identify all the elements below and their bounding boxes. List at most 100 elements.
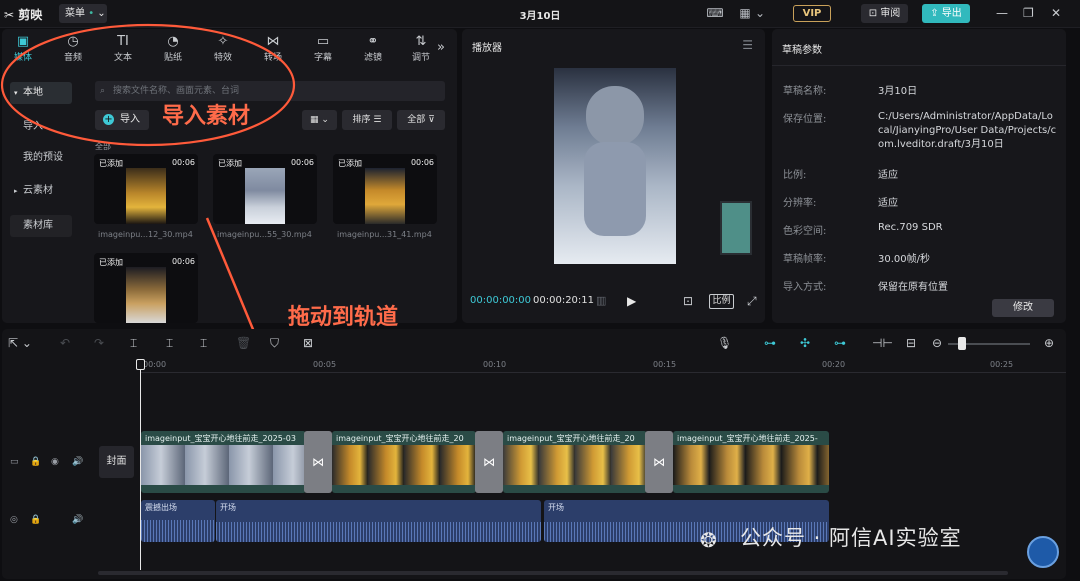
sidebar-item-local[interactable]: ▾ 本地: [10, 82, 72, 104]
ratio-button[interactable]: 比例: [709, 294, 734, 309]
split-icon[interactable]: ⌶: [130, 336, 137, 351]
volume-icon[interactable]: 🔊: [72, 515, 83, 525]
lock-icon[interactable]: 🔒: [30, 457, 41, 467]
draft-value-location: C:/Users/Administrator/AppData/Local/Jia…: [878, 111, 1057, 150]
preview-axis-icon[interactable]: ⊟: [906, 336, 916, 350]
tab-adjust[interactable]: ⇅ 调节: [401, 33, 441, 63]
waveform-toggle-icon[interactable]: ▥: [596, 294, 606, 307]
playhead-line[interactable]: [140, 360, 141, 570]
sidebar-item-presets[interactable]: 我的预设: [10, 147, 72, 169]
preview-subject-head: [586, 86, 644, 146]
sidebar-item-cloud[interactable]: ▸ 云素材: [10, 180, 72, 202]
audio-clip[interactable]: 震撼出场: [141, 500, 215, 542]
added-badge: 已添加: [218, 159, 242, 168]
delete-icon[interactable]: 🗑: [236, 336, 251, 350]
media-item[interactable]: 已添加 00:06: [213, 154, 317, 224]
filter-icon: ⚭: [367, 34, 379, 49]
search-icon: ⌕: [100, 86, 106, 96]
filter-button[interactable]: 全部 ⊽: [397, 110, 445, 130]
snap-link-icon[interactable]: ⊶: [764, 336, 776, 350]
export-button[interactable]: ⇪ 导出: [922, 4, 970, 23]
audio-icon: ◷: [67, 34, 79, 49]
tab-audio[interactable]: ◷ 音频: [53, 33, 93, 63]
draft-key-name: 草稿名称:: [783, 86, 827, 97]
minimize-icon[interactable]: —: [996, 6, 1008, 20]
zoom-out-icon[interactable]: ⊖: [932, 336, 942, 350]
transition-marker[interactable]: ⋈: [475, 431, 503, 493]
video-clip[interactable]: imageinput_宝宝开心地往前走_2025-03: [141, 431, 306, 493]
media-item[interactable]: 已添加 00:06: [333, 154, 437, 224]
tab-effects[interactable]: ✧ 特效: [203, 33, 243, 63]
preview-subject-body: [584, 142, 646, 236]
split-right-icon[interactable]: ⌶: [200, 336, 207, 351]
tabs-more-icon[interactable]: »: [437, 40, 445, 55]
shield-icon[interactable]: ⛉: [270, 336, 279, 351]
tab-text[interactable]: TI 文本: [103, 33, 143, 63]
transition-icon: ⋈: [312, 455, 324, 469]
tab-sticker[interactable]: ◔ 贴纸: [153, 33, 193, 63]
lock-icon[interactable]: 🔒: [30, 515, 41, 525]
video-clip[interactable]: imageinput_宝宝开心地往前走_2025-: [673, 431, 829, 493]
frame-icon[interactable]: ⊠: [303, 336, 313, 350]
menu-button[interactable]: 菜单 • ⌄: [59, 4, 107, 23]
audio-clip-label: 震撼出场: [145, 503, 177, 512]
view-mode-button[interactable]: ▦ ⌄: [302, 110, 337, 130]
layout-dropdown-icon[interactable]: ⌄: [755, 5, 765, 21]
fullscreen-icon[interactable]: ⤢: [747, 294, 757, 309]
tab-filter[interactable]: ⚭ 滤镜: [353, 33, 393, 63]
status-dot-icon: •: [88, 8, 95, 19]
search-input[interactable]: ⌕ 搜索文件名称、画面元素、台词: [95, 81, 445, 101]
duration-label: 00:06: [290, 158, 314, 167]
import-button[interactable]: + 导入: [95, 110, 149, 130]
close-icon[interactable]: ✕: [1051, 6, 1061, 20]
annotation-import-material: 导入素材: [162, 104, 251, 129]
tab-subtitle[interactable]: ▭ 字幕: [303, 33, 343, 63]
player-menu-icon[interactable]: ☰: [742, 38, 753, 52]
tab-transition[interactable]: ⋈ 转场: [253, 33, 293, 63]
eye-icon[interactable]: ◉: [51, 457, 59, 467]
redo-icon[interactable]: ↷: [94, 336, 104, 350]
select-tool-icon[interactable]: ⇱ ⌄: [8, 336, 32, 350]
fit-view-icon[interactable]: ⊡: [683, 294, 693, 308]
text-icon: TI: [117, 34, 129, 49]
play-icon[interactable]: ▶: [627, 294, 636, 308]
undo-icon[interactable]: ↶: [60, 336, 70, 350]
zoom-in-icon[interactable]: ⊕: [1044, 336, 1054, 350]
audio-clip[interactable]: 开场: [216, 500, 541, 542]
sidebar-item-library[interactable]: 素材库: [10, 215, 72, 237]
layout-icon[interactable]: ▦: [736, 5, 754, 21]
added-badge: 已添加: [99, 159, 123, 168]
video-clip[interactable]: imageinput_宝宝开心地往前走_20: [332, 431, 476, 493]
split-screen-icon[interactable]: ⊣⊢: [872, 336, 893, 350]
effects-icon: ✧: [217, 34, 229, 49]
tab-label: 字幕: [313, 53, 332, 63]
audio-track-icon: ◎: [10, 515, 18, 525]
playhead-handle[interactable]: [136, 359, 145, 370]
transition-marker[interactable]: ⋈: [645, 431, 673, 493]
split-left-icon[interactable]: ⌶: [166, 336, 173, 351]
cover-button[interactable]: 封面: [99, 446, 134, 478]
app-name: 剪映: [18, 8, 43, 22]
modify-button[interactable]: 修改: [992, 299, 1054, 317]
auto-snap-icon[interactable]: ✣: [800, 336, 810, 350]
media-item[interactable]: 已添加 00:06: [94, 154, 198, 224]
draft-key-location: 保存位置:: [783, 114, 827, 125]
maximize-icon[interactable]: ❐: [1023, 6, 1034, 20]
transition-marker[interactable]: ⋈: [304, 431, 332, 493]
duration-label: 00:06: [171, 257, 195, 266]
vip-button[interactable]: VIP: [793, 5, 831, 22]
timeline-scrollbar[interactable]: [98, 571, 1008, 575]
microphone-icon[interactable]: 🎙: [717, 336, 732, 350]
added-badge: 已添加: [338, 159, 362, 168]
sort-button[interactable]: 排序 ☰: [342, 110, 392, 130]
link-clips-icon[interactable]: ⊶: [834, 336, 846, 350]
volume-icon[interactable]: 🔊: [72, 457, 83, 467]
media-item[interactable]: 已添加 00:06: [94, 253, 198, 323]
zoom-slider-thumb[interactable]: [958, 337, 966, 350]
grid-view-icon: ▦ ⌄: [310, 115, 329, 125]
sidebar-item-import[interactable]: 导入: [10, 116, 72, 138]
video-clip[interactable]: imageinput_宝宝开心地往前走_20: [503, 431, 647, 493]
review-button[interactable]: ⊡ 审阅: [861, 4, 908, 23]
tab-media[interactable]: ▣ 媒体: [3, 33, 43, 63]
keyboard-icon[interactable]: ⌨: [706, 5, 724, 21]
